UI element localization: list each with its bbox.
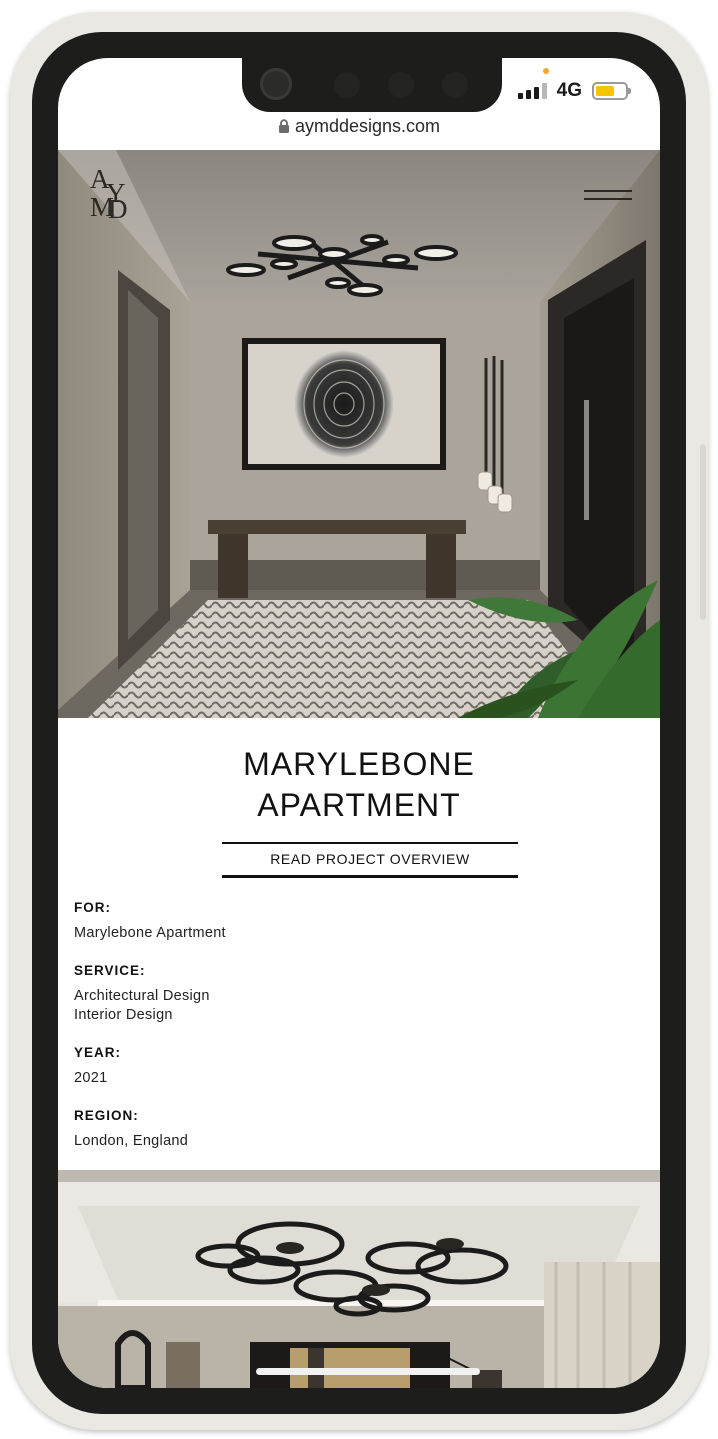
privacy-indicator-dot xyxy=(543,68,549,74)
brand-logo[interactable]: A Y M D xyxy=(88,166,132,224)
network-type: 4G xyxy=(556,80,582,101)
signal-bar xyxy=(517,93,523,99)
detail-value: London, England xyxy=(74,1133,189,1149)
url-text: aymddesigns.com xyxy=(294,116,441,136)
signal-bar xyxy=(533,87,539,99)
detail-value: Interior Design xyxy=(74,1007,173,1023)
detail-block: FOR: Marylebone Apartment xyxy=(74,900,634,943)
detail-block: SERVICE: Architectural Design Interior Des… xyxy=(74,963,634,1025)
battery-cap xyxy=(628,88,631,94)
home-indicator[interactable] xyxy=(256,1368,480,1375)
project-title-line: MARYLEBONE xyxy=(243,746,475,782)
battery-icon xyxy=(592,82,631,100)
second-project-image xyxy=(58,1182,660,1388)
lock-icon xyxy=(278,118,290,139)
sensor-icon xyxy=(442,72,468,98)
battery-level xyxy=(596,86,615,96)
detail-label: REGION: xyxy=(74,1108,139,1123)
read-project-overview-button[interactable]: READ PROJECT OVERVIEW xyxy=(222,842,518,878)
detail-block: YEAR: 2021 xyxy=(74,1045,634,1088)
status-bar: 4G xyxy=(517,80,631,102)
detail-label: SERVICE: xyxy=(74,963,146,978)
detail-value: 2021 xyxy=(74,1070,108,1086)
project-details-section: MARYLEBONE APARTMENT READ PROJECT OVERVI… xyxy=(58,718,660,1170)
living-room-render xyxy=(58,1182,660,1388)
sensor-icon xyxy=(388,72,414,98)
project-meta-list: FOR: Marylebone Apartment SERVICE: Architec… xyxy=(74,900,634,1171)
hamburger-menu-icon[interactable] xyxy=(584,190,632,202)
section-divider xyxy=(58,1170,660,1182)
logo-letter: D xyxy=(108,194,128,224)
front-camera-icon xyxy=(260,68,292,100)
project-title-line: APARTMENT xyxy=(257,787,461,823)
sensor-icon xyxy=(334,72,360,98)
phone-bezel: 4G aymddesigns.com A Y M D MARYLEBONE AP… xyxy=(32,32,686,1414)
signal-bar xyxy=(525,90,531,99)
detail-block: REGION: London, England xyxy=(74,1108,634,1151)
address-bar[interactable]: aymddesigns.com xyxy=(58,116,660,139)
detail-label: YEAR: xyxy=(74,1045,122,1060)
detail-value: Architectural Design xyxy=(74,988,210,1004)
signal-icon xyxy=(517,83,547,99)
detail-label: FOR: xyxy=(74,900,111,915)
notch xyxy=(242,58,502,112)
project-title: MARYLEBONE APARTMENT xyxy=(58,744,660,826)
hallway-render xyxy=(58,150,660,718)
side-button xyxy=(700,444,706,620)
signal-bar xyxy=(541,83,547,99)
detail-value: Marylebone Apartment xyxy=(74,925,226,941)
phone-frame: 4G aymddesigns.com A Y M D MARYLEBONE AP… xyxy=(10,12,708,1430)
hero-image: A Y M D xyxy=(58,150,660,718)
phone-screen: 4G aymddesigns.com A Y M D MARYLEBONE AP… xyxy=(58,58,660,1388)
